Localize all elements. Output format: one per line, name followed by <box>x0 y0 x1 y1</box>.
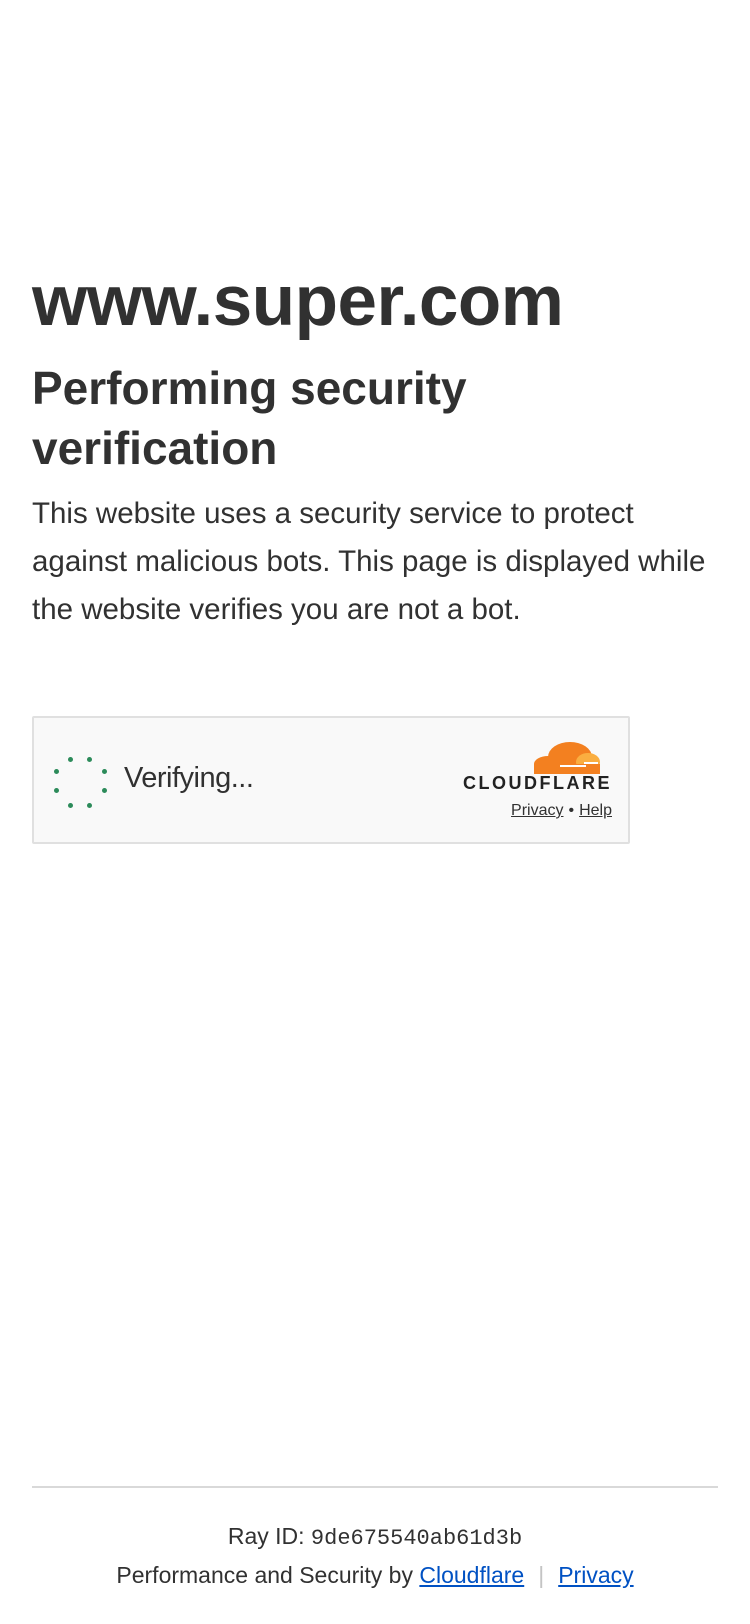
verifying-status-label: Verifying... <box>124 762 254 794</box>
footer-privacy-link[interactable]: Privacy <box>558 1562 633 1588</box>
ray-id-line: Ray ID: 9de675540ab61d3b <box>32 1520 718 1555</box>
performance-line: Performance and Security by Cloudflare | P… <box>32 1559 718 1591</box>
main-content: www.super.com Performing security verifi… <box>32 262 722 634</box>
ray-id-label: Ray ID: <box>227 1523 305 1549</box>
loading-spinner-icon <box>52 755 108 811</box>
page-title: Performing security verification <box>32 362 467 474</box>
page-footer: Ray ID: 9de675540ab61d3b Performance and… <box>32 1486 718 1591</box>
ray-id-value: 9de675540ab61d3b <box>310 1526 523 1551</box>
page-description: This website uses a security service to … <box>32 497 706 626</box>
widget-help-link[interactable]: Help <box>579 802 612 819</box>
verification-widget[interactable]: Verifying... CLOUDFLARE Privacy • Help <box>32 716 630 844</box>
footer-cloudflare-link[interactable]: Cloudflare <box>419 1562 524 1588</box>
site-name-heading: www.super.com <box>32 262 564 341</box>
widget-link-separator: • <box>568 802 575 819</box>
cloudflare-wordmark: CLOUDFLARE <box>463 773 612 793</box>
cloudflare-brand: CLOUDFLARE Privacy • Help <box>452 740 612 824</box>
performance-text: Performance and Security by <box>116 1562 413 1588</box>
cloudflare-cloud-icon <box>534 742 600 774</box>
footer-divider: | <box>538 1562 545 1588</box>
widget-links: Privacy • Help <box>511 802 612 820</box>
widget-privacy-link[interactable]: Privacy <box>511 802 563 819</box>
